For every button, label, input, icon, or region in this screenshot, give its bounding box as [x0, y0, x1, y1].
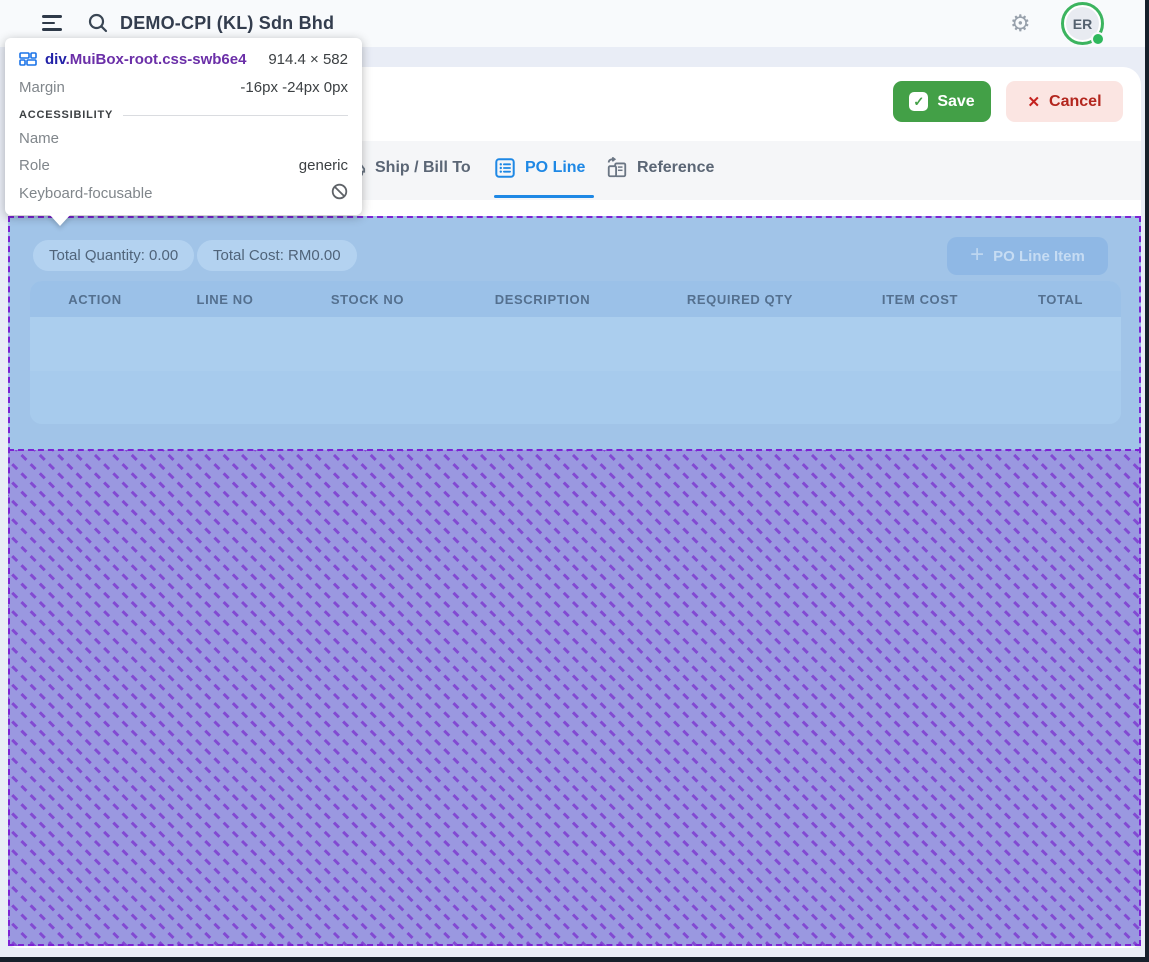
plus-icon: +: [970, 243, 984, 267]
margin-value: -16px -24px 0px: [240, 79, 348, 96]
selector-tag: div: [45, 51, 66, 68]
tooltip-pointer: [49, 214, 71, 226]
cancel-button[interactable]: ✕ Cancel: [1006, 81, 1123, 122]
app-screen: DEMO-CPI (KL) Sdn Bhd ⚙ ER ✓ Save ✕ Canc…: [0, 0, 1149, 962]
tab-po-line[interactable]: PO Line: [494, 157, 585, 179]
col-action: ACTION: [30, 281, 160, 317]
a11y-role-label: Role: [19, 157, 50, 174]
col-line-no: LINE NO: [160, 281, 290, 317]
reference-docs-icon: [606, 157, 628, 179]
accessibility-section-title: ACCESSIBILITY: [19, 109, 113, 121]
empty-table-body-row: [30, 317, 1121, 371]
inspected-selector: div.MuiBox-root.css-swb6e4: [45, 51, 246, 68]
tab-ship-label: Ship / Bill To: [375, 159, 471, 177]
a11y-role-value: generic: [299, 157, 348, 174]
devtools-inspect-tooltip: div.MuiBox-root.css-swb6e4 914.4 × 582 M…: [5, 38, 362, 215]
tab-po-line-label: PO Line: [525, 159, 585, 177]
search-icon[interactable]: [86, 11, 110, 35]
a11y-name-label: Name: [19, 130, 59, 147]
list-icon: [494, 157, 516, 179]
save-button[interactable]: ✓ Save: [893, 81, 991, 122]
col-item-cost: ITEM COST: [840, 281, 1000, 317]
active-tab-underline: [494, 195, 594, 198]
avatar[interactable]: ER: [1061, 2, 1104, 45]
online-status-dot: [1091, 32, 1105, 46]
element-dimensions: 914.4 × 582: [268, 51, 348, 68]
po-line-panel-highlighted: Total Quantity: 0.00 Total Cost: RM0.00 …: [8, 216, 1141, 450]
total-quantity-chip: Total Quantity: 0.00: [33, 240, 194, 271]
check-icon: ✓: [909, 92, 928, 111]
window-bottom-edge: [0, 957, 1149, 962]
tab-reference-label: Reference: [637, 159, 714, 177]
tab-reference[interactable]: Reference: [606, 157, 714, 179]
col-total: TOTAL: [1000, 281, 1121, 317]
devtools-dock-edge: [1145, 0, 1149, 962]
add-po-line-item-label: PO Line Item: [993, 248, 1085, 265]
devtools-hatched-overlay: [8, 450, 1141, 946]
col-description: DESCRIPTION: [445, 281, 640, 317]
tab-ship-bill-to[interactable]: Ship / Bill To: [344, 157, 471, 179]
selector-classes: .MuiBox-root.css-swb6e4: [66, 51, 247, 68]
margin-label: Margin: [19, 79, 65, 96]
close-icon: ✕: [1027, 93, 1040, 111]
section-divider: [123, 115, 348, 116]
gear-icon[interactable]: ⚙: [1010, 0, 1031, 47]
col-stock-no: STOCK NO: [290, 281, 445, 317]
col-required-qty: REQUIRED QTY: [640, 281, 840, 317]
save-button-label: Save: [937, 93, 974, 111]
add-po-line-item-button[interactable]: + PO Line Item: [947, 237, 1108, 275]
total-cost-chip: Total Cost: RM0.00: [197, 240, 357, 271]
layout-badge-icon: [19, 50, 37, 68]
menu-icon[interactable]: [42, 15, 62, 32]
a11y-keyboard-label: Keyboard-focusable: [19, 185, 152, 202]
cancel-button-label: Cancel: [1049, 93, 1101, 111]
po-line-table: ACTION LINE NO STOCK NO DESCRIPTION REQU…: [30, 281, 1121, 424]
empty-table-body-row: [30, 371, 1121, 424]
not-focusable-icon: [331, 183, 348, 204]
po-line-table-header: ACTION LINE NO STOCK NO DESCRIPTION REQU…: [30, 281, 1121, 317]
scroll-hatch-pattern: [8, 450, 1141, 946]
